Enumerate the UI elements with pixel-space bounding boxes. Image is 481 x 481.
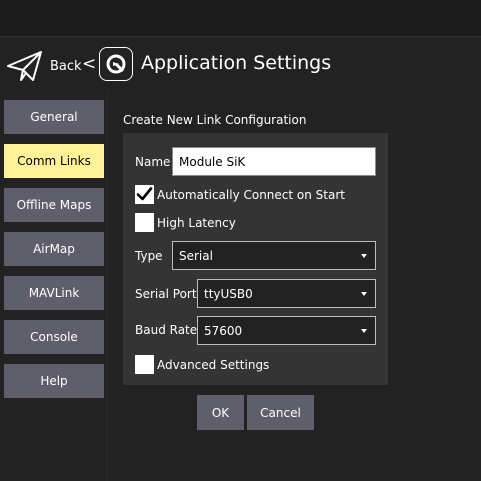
type-label: Type xyxy=(135,249,163,263)
sidebar-divider xyxy=(107,93,108,481)
sidebar-item-airmap[interactable]: AirMap xyxy=(4,232,104,266)
sidebar-item-label: General xyxy=(30,110,78,124)
ok-button[interactable]: OK xyxy=(197,395,244,430)
back-label: Back xyxy=(50,58,82,74)
sidebar-item-label: Help xyxy=(40,374,68,388)
sidebar-item-help[interactable]: Help xyxy=(4,364,104,398)
back-button[interactable]: Back xyxy=(6,49,82,83)
sidebar-item-label: Console xyxy=(30,330,78,344)
sidebar-item-mavlink[interactable]: MAVLink xyxy=(4,276,104,310)
baud-rate-dropdown-value: 57600 xyxy=(204,323,243,338)
advanced-settings-label: Advanced Settings xyxy=(157,358,270,372)
serial-port-dropdown-value: ttyUSB0 xyxy=(204,286,253,301)
paper-plane-icon xyxy=(7,51,42,81)
app-header: Back < Application Settings xyxy=(0,37,481,93)
sidebar-item-label: MAVLink xyxy=(28,286,80,300)
baud-rate-label: Baud Rate xyxy=(135,323,198,337)
type-dropdown-value: Serial xyxy=(179,248,213,263)
type-dropdown[interactable]: Serial xyxy=(172,241,376,270)
section-title: Create New Link Configuration xyxy=(123,113,307,127)
high-latency-label: High Latency xyxy=(157,216,236,230)
sidebar-item-label: Comm Links xyxy=(17,154,91,168)
chevron-down-icon xyxy=(361,328,367,333)
cancel-button[interactable]: Cancel xyxy=(247,395,314,430)
cancel-button-label: Cancel xyxy=(260,405,301,420)
sidebar-item-comm-links[interactable]: Comm Links xyxy=(4,144,104,178)
sidebar-item-general[interactable]: General xyxy=(4,100,104,134)
name-field[interactable]: Module SiK xyxy=(172,147,376,176)
baud-rate-dropdown[interactable]: 57600 xyxy=(197,316,376,345)
checkmark-icon xyxy=(136,187,153,201)
link-config-panel: Name Module SiK Automatically Connect on… xyxy=(123,133,388,385)
serial-port-dropdown[interactable]: ttyUSB0 xyxy=(197,279,376,308)
sidebar-item-label: AirMap xyxy=(33,242,75,256)
auto-connect-checkbox[interactable] xyxy=(135,185,154,204)
back-chevron-icon: < xyxy=(82,54,97,74)
high-latency-checkbox[interactable] xyxy=(135,213,154,232)
advanced-settings-checkbox[interactable] xyxy=(135,355,154,374)
chevron-down-icon xyxy=(361,253,367,258)
ok-button-label: OK xyxy=(211,405,230,420)
serial-port-label: Serial Port xyxy=(135,287,197,301)
chevron-down-icon xyxy=(361,291,367,296)
sidebar-item-console[interactable]: Console xyxy=(4,320,104,354)
name-label: Name xyxy=(135,155,171,169)
window-titlebar xyxy=(0,0,481,37)
settings-sidebar: General Comm Links Offline Maps AirMap M… xyxy=(0,93,108,481)
sidebar-item-offline-maps[interactable]: Offline Maps xyxy=(4,188,104,222)
qgc-logo-icon xyxy=(99,47,133,81)
sidebar-item-label: Offline Maps xyxy=(16,198,92,212)
auto-connect-label: Automatically Connect on Start xyxy=(157,188,345,202)
page-title: Application Settings xyxy=(141,52,332,74)
